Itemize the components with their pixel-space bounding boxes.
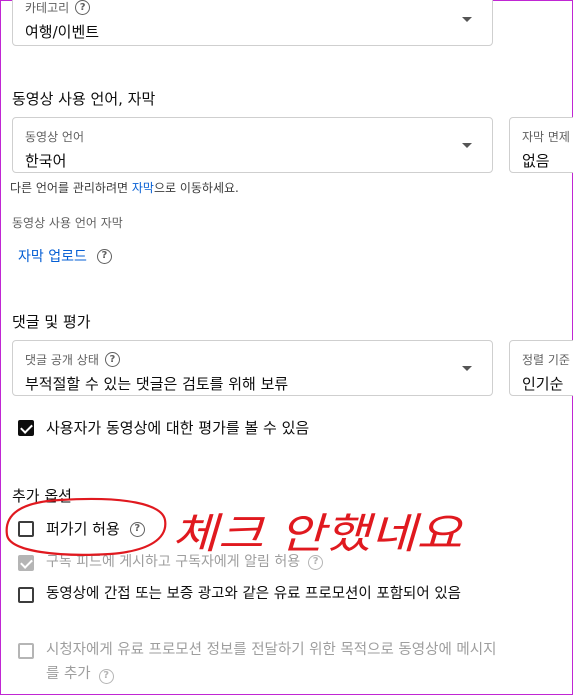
comment-sort-select[interactable]: 정렬 기준 인기순 [509,340,573,396]
caption-certification-select[interactable]: 자막 면제 없음 [509,117,573,173]
allow-embedding-row: 퍼가기 허용 ? [46,517,145,541]
video-language-value: 한국어 [25,152,67,170]
category-label: 카테고리 [25,1,70,15]
paid-promotion-label: 동영상에 간접 또는 보증 광고와 같은 유료 프로모션이 포함되어 있음 [46,586,461,602]
video-language-select[interactable]: 동영상 언어 한국어 [12,117,493,173]
caption-certification-value: 없음 [522,152,550,170]
caption-certification-label: 자막 면제 [522,130,570,144]
help-icon[interactable]: ? [129,521,145,537]
notify-subscribers-row: 구독 피드에 게시하고 구독자에게 알림 허용 ? [46,550,324,574]
notify-subscribers-checkbox[interactable] [18,555,34,571]
show-ratings-label: 사용자가 동영상에 대한 평가를 볼 수 있음 [46,419,310,437]
additional-options-heading: 추가 옵션 [12,487,72,505]
chevron-down-icon [462,143,472,148]
help-icon[interactable]: ? [75,0,91,15]
help-icon[interactable]: ? [308,554,324,570]
paid-promotion-checkbox[interactable] [18,587,34,603]
manage-languages-text: 다른 언어를 관리하려면 자막으로 이동하세요. [10,181,239,195]
show-ratings-checkbox[interactable] [18,420,34,436]
paid-promotion-message-checkbox[interactable] [18,643,34,659]
comment-visibility-value: 부적절할 수 있는 댓글은 검토를 위해 보류 [25,375,289,393]
allow-embedding-checkbox[interactable] [18,521,34,537]
chevron-down-icon [462,366,472,371]
comment-sort-label: 정렬 기준 [522,353,570,367]
paid-promotion-message-row: 시청자에게 유료 프로모션 정보를 전달하기 위한 목적으로 동영상에 메시지를… [46,638,506,686]
comments-section-heading: 댓글 및 평가 [12,313,91,331]
chevron-down-icon [462,17,472,22]
video-language-label: 동영상 언어 [25,130,85,144]
comment-visibility-label: 댓글 공개 상태 [25,353,99,367]
help-icon[interactable]: ? [96,248,112,264]
comment-sort-value: 인기순 [522,375,564,393]
upload-subtitles-row: 자막 업로드 ? [18,246,112,266]
category-select[interactable]: 카테고리 ? 여행/이벤트 [12,0,493,46]
category-value: 여행/이벤트 [25,23,100,41]
subtitle-language-label: 동영상 사용 언어 자막 [12,216,123,230]
allow-embedding-label: 퍼가기 허용 [46,520,120,538]
upload-subtitles-link[interactable]: 자막 업로드 [18,246,87,266]
help-icon[interactable]: ? [98,668,114,684]
comment-visibility-select[interactable]: 댓글 공개 상태 ? 부적절할 수 있는 댓글은 검토를 위해 보류 [12,340,493,396]
notify-subscribers-label: 구독 피드에 게시하고 구독자에게 알림 허용 [46,554,301,570]
help-icon[interactable]: ? [104,352,120,367]
subtitles-link[interactable]: 자막 [132,181,154,195]
language-section-heading: 동영상 사용 언어, 자막 [12,90,156,108]
